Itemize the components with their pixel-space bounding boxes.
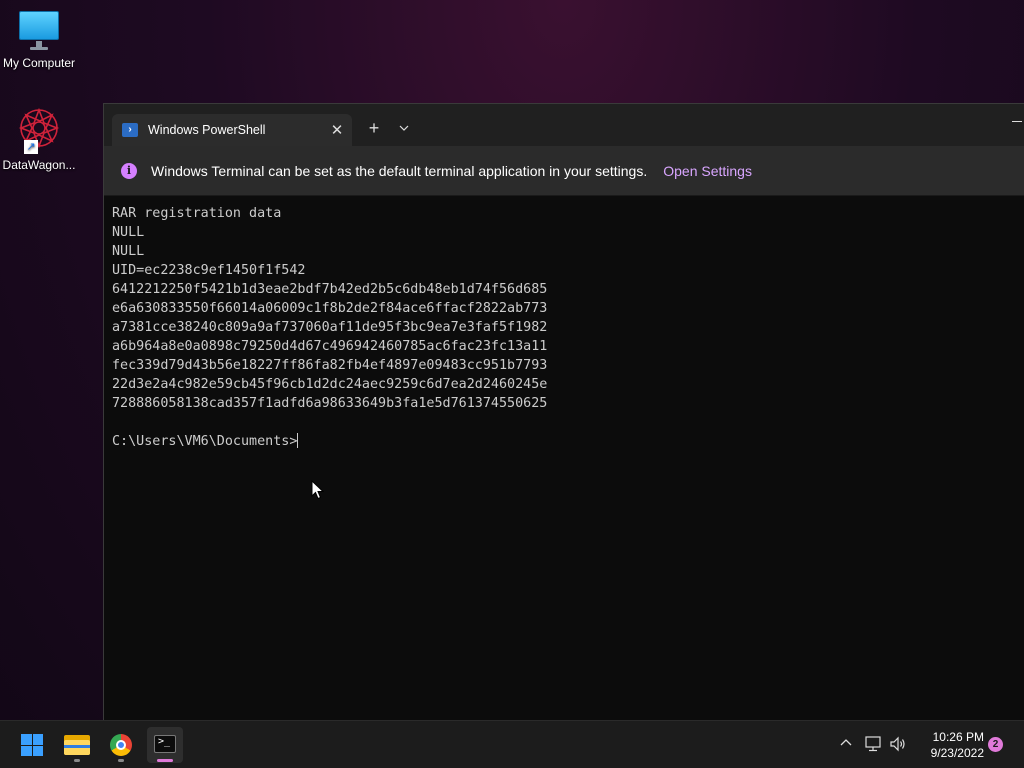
clock-date: 9/23/2022 <box>930 746 984 760</box>
taskbar: 10:26 PM 9/23/2022 2 <box>0 720 1024 768</box>
tab-dropdown-button[interactable] <box>392 118 416 138</box>
desktop-icon-label: My Computer <box>2 56 76 70</box>
datawagon-logo-icon: ↗ <box>14 106 64 154</box>
console-line: e6a630833550f66014a06009c1f8b2de2f84ace6… <box>112 301 548 316</box>
desktop-icon-datawagon[interactable]: ↗ DataWagon... <box>0 106 78 172</box>
close-tab-icon[interactable]: ✕ <box>322 121 352 139</box>
console-line: RAR registration data <box>112 206 282 221</box>
desktop-icon-my-computer[interactable]: My Computer <box>0 8 78 70</box>
chevron-up-icon <box>840 739 852 746</box>
clock[interactable]: 10:26 PM 9/23/2022 <box>912 729 984 761</box>
show-hidden-icons-button[interactable] <box>838 735 854 755</box>
text-cursor <box>297 433 299 448</box>
console-line: NULL <box>112 244 145 259</box>
powershell-icon: › <box>122 123 138 137</box>
network-icon[interactable] <box>864 735 882 753</box>
chrome-icon <box>110 734 132 756</box>
taskbar-chrome[interactable] <box>103 727 139 763</box>
console-output[interactable]: RAR registration data NULL NULL UID=ec22… <box>112 204 1014 720</box>
terminal-icon <box>154 735 176 753</box>
windows-logo-icon <box>21 734 43 756</box>
taskbar-windows-terminal[interactable] <box>147 727 183 763</box>
console-line: fec339d79d43b56e18227ff86fa82fb4ef4897e0… <box>112 358 548 373</box>
computer-icon <box>17 8 61 52</box>
info-icon: i <box>121 162 137 179</box>
console-line: a6b964a8e0a0898c79250d4d67c496942460785a… <box>112 339 548 354</box>
desktop-icon-label: DataWagon... <box>2 158 76 172</box>
clock-time: 10:26 PM <box>932 730 984 744</box>
info-message: Windows Terminal can be set as the defau… <box>151 162 648 179</box>
open-settings-link[interactable]: Open Settings <box>663 163 752 179</box>
prompt-text: C:\Users\VM6\Documents> <box>112 434 298 449</box>
folder-icon <box>64 735 90 755</box>
console-line: 728886058138cad357f1adfd6a98633649b3fa1e… <box>112 396 548 411</box>
start-button[interactable] <box>14 727 50 763</box>
chevron-down-icon <box>399 125 409 131</box>
windows-terminal-window[interactable]: › Windows PowerShell ✕ + i Windows Termi… <box>103 103 1024 720</box>
console-line: 6412212250f5421b1d3eae2bdf7b42ed2b5c6db4… <box>112 282 548 297</box>
tab-title: Windows PowerShell <box>148 123 266 137</box>
title-bar[interactable]: › Windows PowerShell ✕ + <box>104 104 1024 146</box>
console-line: a7381cce38240c809a9af737060af11de95f3bc9… <box>112 320 548 335</box>
minimize-button[interactable] <box>1010 114 1024 128</box>
console-line: UID=ec2238c9ef1450f1f542 <box>112 263 306 278</box>
notification-badge[interactable]: 2 <box>988 737 1003 752</box>
console-line: 22d3e2a4c982e59cb45f96cb1d2dc24aec9259c6… <box>112 377 548 392</box>
info-bar: i Windows Terminal can be set as the def… <box>104 146 1024 196</box>
taskbar-file-explorer[interactable] <box>59 727 95 763</box>
shortcut-arrow-icon: ↗ <box>24 140 38 154</box>
console-line: NULL <box>112 225 145 240</box>
volume-icon[interactable] <box>889 735 907 753</box>
command-prompt-line[interactable]: C:\Users\VM6\Documents> <box>112 432 1014 451</box>
new-tab-button[interactable]: + <box>362 118 386 138</box>
tab-windows-powershell[interactable]: › Windows PowerShell ✕ <box>112 114 352 146</box>
mouse-pointer-icon <box>311 480 325 500</box>
